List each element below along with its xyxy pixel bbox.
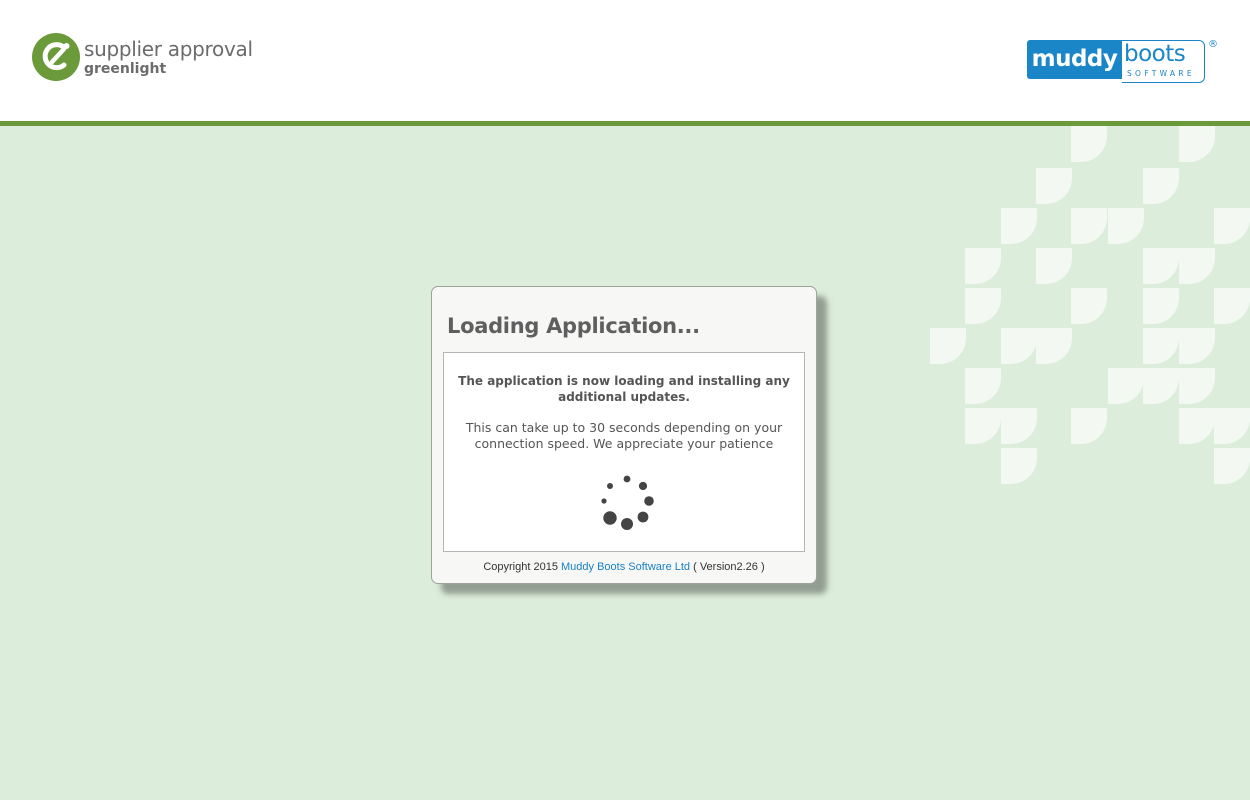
app-header: supplier approval greenlight muddy boots… xyxy=(0,0,1250,121)
version-text: ( Version2.26 ) xyxy=(693,561,765,573)
greenlight-logo-icon xyxy=(32,33,80,81)
leaf-pattern-decoration xyxy=(930,126,1250,484)
muddy-boots-logo: muddy boots SOFTWARE ® xyxy=(1027,40,1219,86)
logo-word-boots: boots xyxy=(1124,41,1186,67)
company-link[interactable]: Muddy Boots Software Ltd xyxy=(561,561,690,573)
registered-mark: ® xyxy=(1208,39,1218,50)
loading-spinner-icon xyxy=(601,475,654,530)
patience-message: This can take up to 30 seconds depending… xyxy=(465,420,783,451)
logo-word-muddy: muddy xyxy=(1031,46,1118,72)
brand-subtitle: greenlight xyxy=(84,60,167,77)
dialog-footer: Copyright 2015 Muddy Boots Software Ltd … xyxy=(432,561,816,573)
brand-logo: supplier approval greenlight xyxy=(31,31,253,83)
dialog-message-panel: The application is now loading and insta… xyxy=(443,352,805,552)
loading-dialog: Loading Application... The application i… xyxy=(431,286,817,584)
copyright-text: Copyright 2015 xyxy=(483,561,558,573)
brand-title: supplier approval xyxy=(84,36,253,61)
loading-message: The application is now loading and insta… xyxy=(458,374,790,404)
logo-tagline: SOFTWARE xyxy=(1127,69,1195,78)
dialog-title: Loading Application... xyxy=(447,314,700,338)
